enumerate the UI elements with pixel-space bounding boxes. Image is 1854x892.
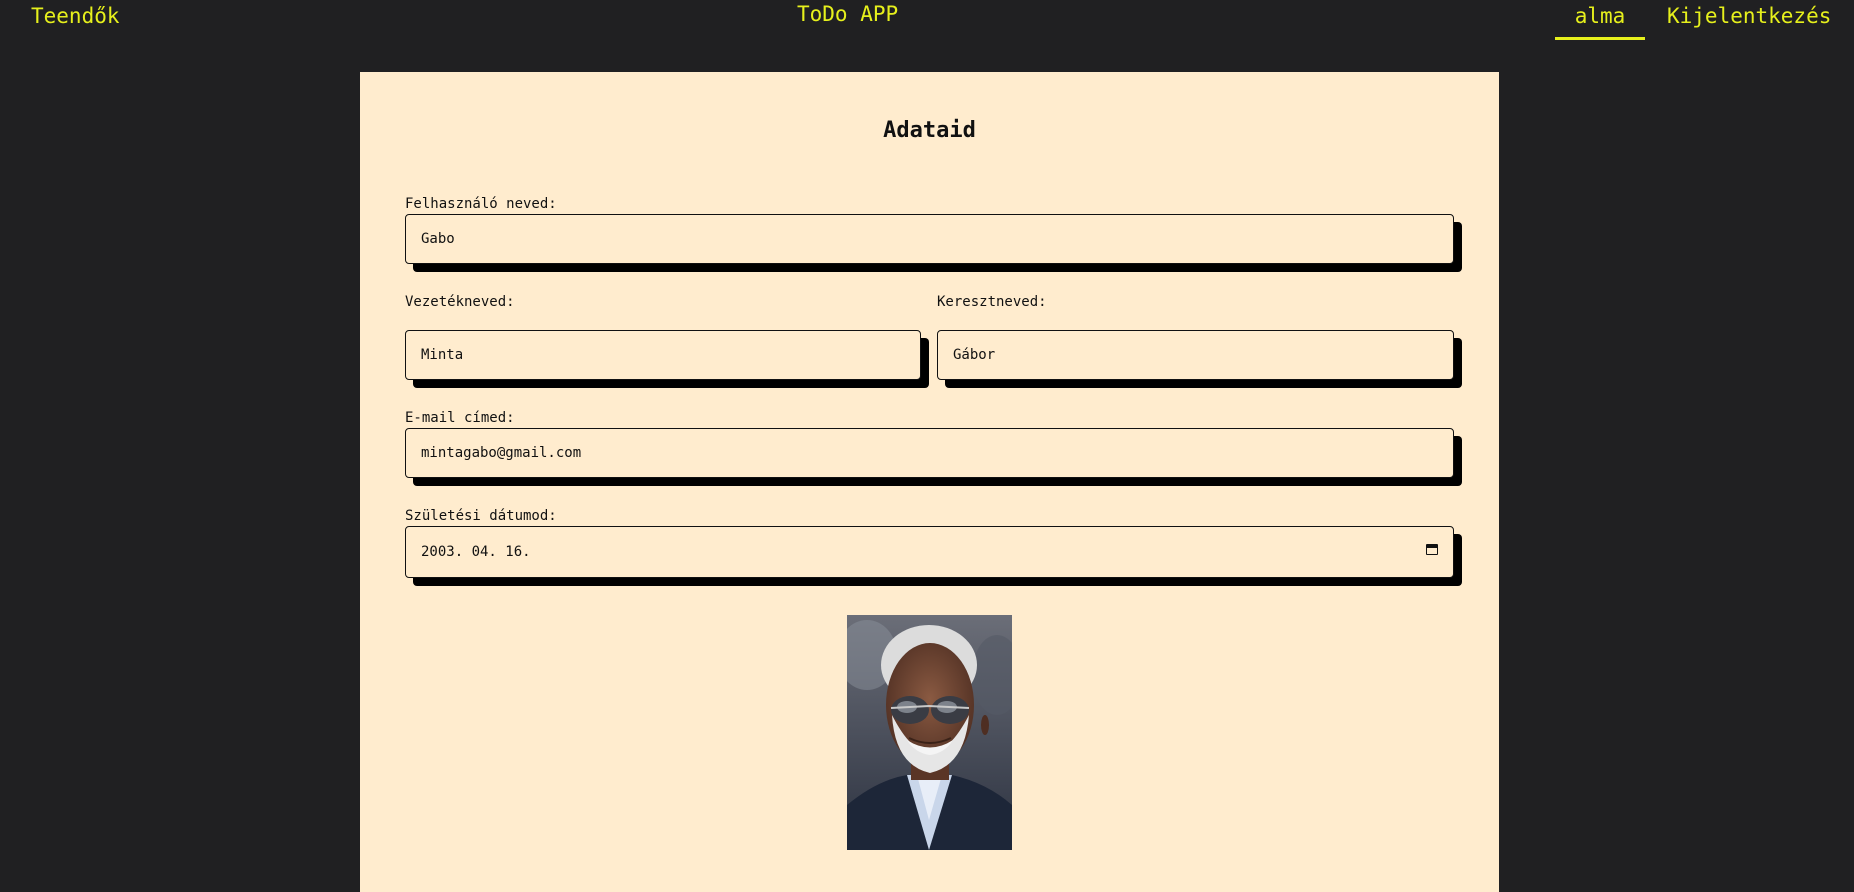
firstname-input[interactable] [937,330,1454,380]
lastname-label: Vezetékneved: [405,294,515,310]
lastname-input[interactable] [405,330,921,380]
firstname-field-wrap [937,330,1462,388]
nav-user-link[interactable]: alma [1555,4,1645,40]
email-input[interactable] [405,428,1454,478]
app-title-link[interactable]: ToDo APP [797,2,898,26]
username-input[interactable] [405,214,1454,264]
email-label: E-mail címed: [405,410,515,426]
username-field-wrap [405,214,1462,272]
birthdate-label: Születési dátumod: [405,508,557,524]
firstname-label: Keresztneved: [937,294,1047,310]
birthdate-field-wrap [405,526,1462,586]
top-navbar: Teendők ToDo APP alma Kijelentkezés [0,0,1854,50]
nav-todos-link[interactable]: Teendők [31,4,120,28]
calendar-icon[interactable] [1426,544,1438,555]
profile-photo [847,615,1012,850]
profile-photo-image [847,615,1012,850]
page-title: Adataid [883,118,976,143]
profile-card: Adataid Felhasználó neved: Vezetékneved:… [360,72,1499,892]
lastname-field-wrap [405,330,929,388]
username-label: Felhasználó neved: [405,196,557,212]
email-field-wrap [405,428,1462,486]
nav-logout-link[interactable]: Kijelentkezés [1667,4,1831,28]
birthdate-input[interactable] [405,526,1454,578]
